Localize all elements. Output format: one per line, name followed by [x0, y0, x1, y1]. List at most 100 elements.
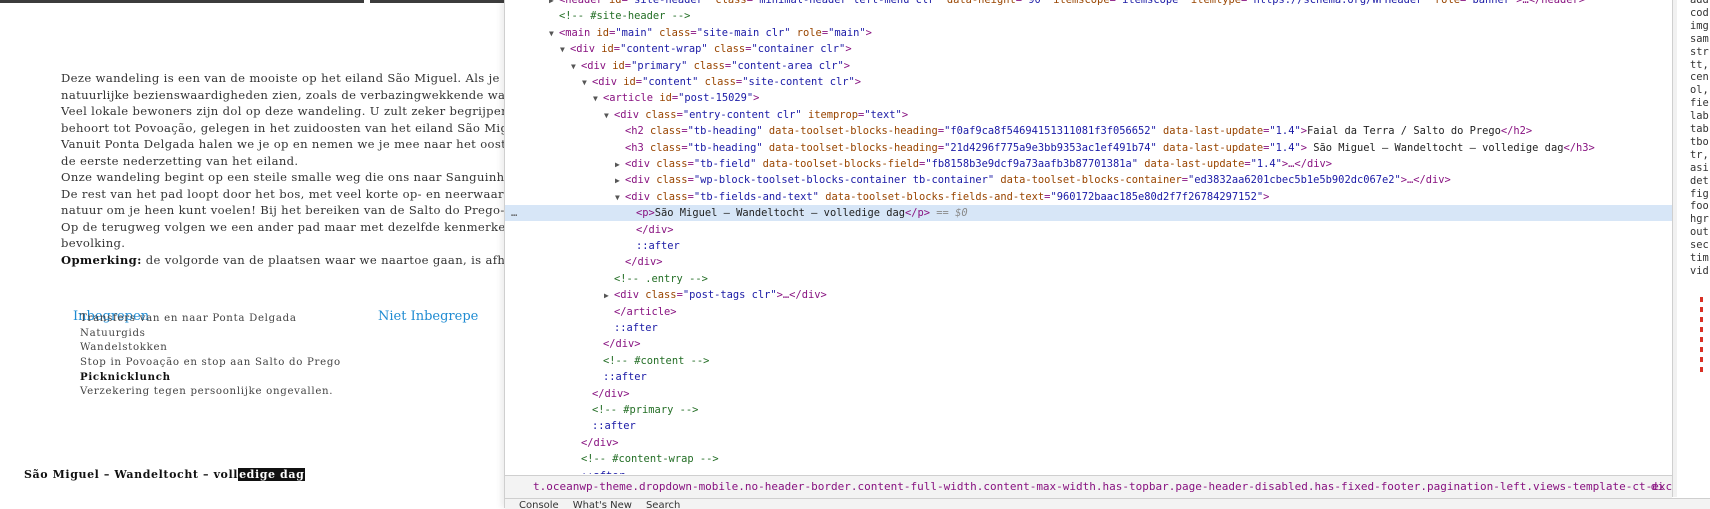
dom-node[interactable]: </div> [505, 336, 1672, 352]
node-token: "post-15029" [678, 92, 754, 105]
collapse-triangle-icon[interactable]: ▼ [604, 108, 614, 124]
node-token: "itemscope" [1115, 0, 1185, 6]
collapse-triangle-icon[interactable]: ▼ [593, 91, 603, 107]
paragraph-line: Onze wandeling begint op een steile smal… [61, 170, 504, 184]
dom-node[interactable]: <h2 class="tb-heading" data-toolset-bloc… [505, 123, 1672, 139]
dom-node[interactable]: ▼ <div id="primary" class="content-area c… [505, 58, 1672, 74]
dom-node[interactable]: ▶ <div class="tb-field" data-toolset-bloc… [505, 156, 1672, 172]
dom-node[interactable]: ::after [505, 238, 1672, 254]
title-selected-part: edige dag [238, 468, 306, 481]
node-token: "90" [1021, 0, 1048, 6]
dom-node[interactable]: ▼ <div id="content" class="site-content c… [505, 74, 1672, 90]
dom-node[interactable]: ▼ <div class="tb-fields-and-text" data-to… [505, 189, 1672, 205]
style-selector-fragment: cod [1690, 6, 1709, 19]
collapse-triangle-icon[interactable]: ▼ [571, 59, 581, 75]
collapse-triangle-icon[interactable]: ▼ [560, 42, 570, 58]
drawer-tabs[interactable]: Console What's New Search [505, 498, 1710, 509]
node-token: "tb-field" [693, 158, 757, 170]
elements-tree[interactable]: ▶ <header id="site-header" class="minimal… [505, 0, 1672, 474]
node-token: "main" [828, 26, 866, 39]
included-item: Stop in Povoação en stop aan Salto do Pr… [80, 356, 341, 368]
node-token: class [709, 0, 747, 6]
node-token: "main" [615, 26, 653, 39]
node-token: > [843, 59, 851, 72]
not-included-heading: Niet Inbegrepe [378, 309, 479, 324]
node-token: São Miguel – Wandeltocht – volledige dag [654, 207, 906, 220]
dom-node[interactable]: ▼ <div class="entry-content clr" itemprop… [505, 107, 1672, 123]
style-selector-fragment: fig [1690, 187, 1709, 200]
collapse-triangle-icon[interactable]: ▼ [615, 190, 625, 206]
dom-node[interactable]: ::after [505, 418, 1672, 434]
collapse-triangle-icon[interactable]: ▼ [582, 75, 592, 91]
dom-node[interactable]: ▶ <div class="post-tags clr">…</div> [505, 287, 1672, 303]
dom-node[interactable]: </div> [505, 254, 1672, 270]
styles-pane[interactable]: add cod img sam str tt, cen ol, fie lab tab tbo tr, a… [1672, 0, 1710, 497]
dom-node[interactable]: <!-- #site-header --> [505, 8, 1672, 24]
node-token: <!-- #primary --> [592, 404, 699, 416]
dom-node[interactable]: ::after [505, 369, 1672, 385]
collapse-triangle-icon[interactable]: ▼ [549, 26, 559, 42]
node-token: data-last-update [1156, 141, 1264, 154]
expand-triangle-icon[interactable]: ▶ [604, 288, 614, 304]
dom-node[interactable]: ::after [505, 468, 1672, 474]
selected-title-text[interactable]: São Miguel – Wandeltocht – volledige dag [24, 468, 306, 481]
dom-node[interactable]: ▼ <div id="content-wrap" class="container… [505, 41, 1672, 57]
header-image-left [0, 0, 364, 3]
node-options-icon[interactable]: … [511, 205, 517, 221]
dom-node[interactable]: <!-- .entry --> [505, 271, 1672, 287]
dom-node-selected[interactable]: <p>São Miguel – Wandeltocht – volledige … [505, 205, 1672, 222]
style-selector-fragment: out [1690, 226, 1709, 239]
dom-node[interactable]: ▼ <main id="main" class="site-main clr" r… [505, 25, 1672, 41]
node-token: class [645, 108, 677, 121]
node-token: <div [570, 43, 602, 56]
node-token: </article> [614, 305, 677, 318]
node-token: <div [614, 108, 646, 121]
paragraph-line: natuurlijke bezienswaardigheden zien, zo… [61, 87, 504, 102]
node-token: "21d4296f775a9e3bb9353ac1ef491b74" [944, 141, 1157, 154]
node-token: <div [614, 289, 646, 302]
style-selector-fragment: fie [1690, 97, 1709, 110]
node-token: "site-header" [627, 0, 710, 6]
node-token: "1.4" [1269, 141, 1301, 154]
title-plain-part: São Miguel – Wandeltocht – voll [24, 468, 239, 481]
node-token: data-toolset-blocks-heading [762, 141, 938, 154]
node-token: ::after [636, 240, 680, 252]
dom-node[interactable]: ▼ <article id="post-15029"> [505, 90, 1672, 106]
expand-triangle-icon[interactable]: ▶ [615, 173, 625, 189]
dom-node[interactable]: ▶ <div class="wp-block-toolset-blocks-con… [505, 172, 1672, 188]
node-token: <article [603, 92, 660, 105]
dom-node[interactable]: <!-- #content-wrap --> [505, 451, 1672, 467]
dom-breadcrumb[interactable]: t.oceanwp-theme.dropdown-mobile.no-heade… [505, 475, 1672, 498]
node-token: "post-tags clr" [682, 289, 777, 302]
dom-node[interactable]: <h3 class="tb-heading" data-toolset-bloc… [505, 140, 1672, 156]
node-token: </div> [581, 436, 619, 449]
dom-node[interactable]: </div> [505, 222, 1672, 238]
dom-node[interactable]: </div> [505, 435, 1672, 451]
node-token: "text" [864, 108, 902, 121]
node-token: "ed3832aa6201cbec5b1e5b902dc067e2" [1188, 174, 1401, 187]
node-token: class [650, 125, 682, 138]
style-selector-fragment: tim [1690, 252, 1709, 264]
breadcrumb-more[interactable]: di [1651, 476, 1664, 498]
dom-node[interactable]: ::after [505, 320, 1672, 336]
node-token: <div [592, 76, 624, 88]
dom-node[interactable]: ▶ <header id="site-header" class="minimal… [505, 0, 1672, 8]
node-token: data-toolset-blocks-container [994, 174, 1182, 187]
node-token: id [659, 92, 672, 105]
web-page: Deze wandeling is een van de mooiste op … [0, 0, 504, 508]
node-token: "tb-fields-and-text" [693, 190, 819, 203]
dom-node[interactable]: </article> [505, 304, 1672, 320]
style-override-marker [1700, 337, 1703, 342]
styles-divider[interactable] [1673, 0, 1677, 497]
node-token: role [1428, 0, 1460, 6]
style-override-marker [1700, 307, 1703, 312]
breadcrumb-path[interactable]: t.oceanwp-theme.dropdown-mobile.no-heade… [505, 480, 1672, 493]
expand-triangle-icon[interactable]: ▶ [615, 157, 625, 173]
node-token: ::after [614, 322, 658, 334]
node-token: data-last-update [1156, 125, 1264, 138]
node-token: itemscope [1047, 0, 1110, 6]
dom-node[interactable]: </div> [505, 386, 1672, 402]
node-token: id [601, 43, 614, 56]
dom-node[interactable]: <!-- #primary --> [505, 402, 1672, 418]
dom-node[interactable]: <!-- #content --> [505, 353, 1672, 369]
